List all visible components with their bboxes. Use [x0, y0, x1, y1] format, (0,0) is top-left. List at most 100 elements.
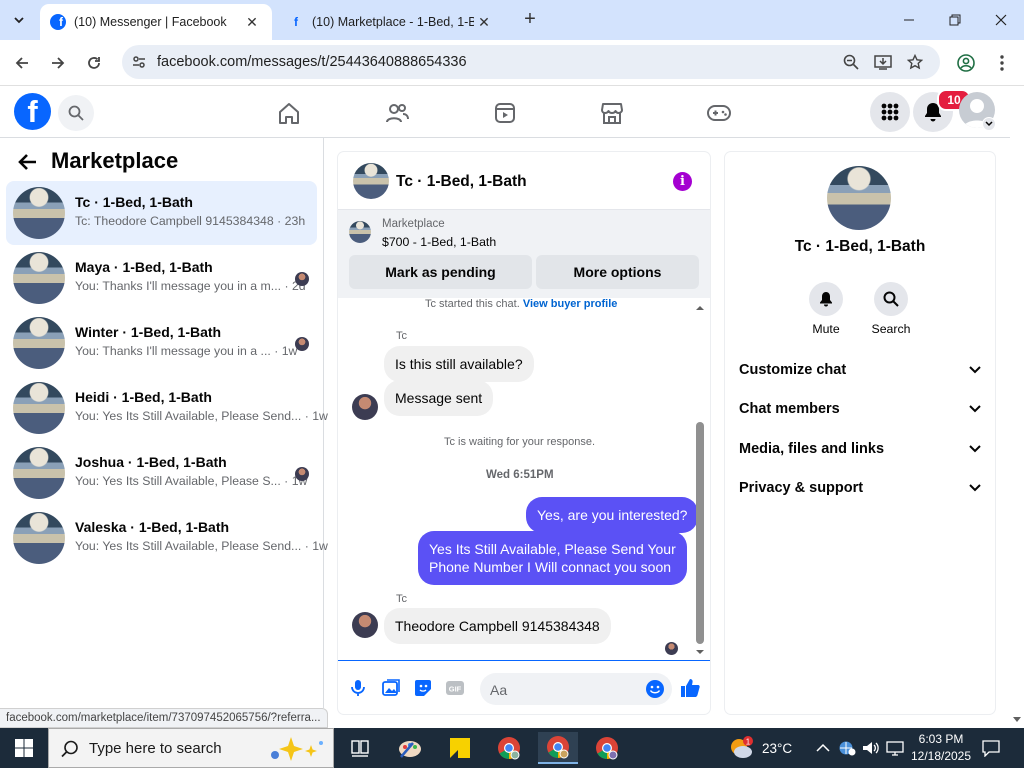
taskbar-clock[interactable]: 6:03 PM 12/18/2025	[908, 731, 974, 765]
gaming-nav-button[interactable]	[706, 100, 732, 126]
account-chevron-icon[interactable]	[982, 117, 996, 131]
search-in-chat-button[interactable]: Search	[861, 282, 921, 336]
customize-chat-section[interactable]: Customize chat	[739, 355, 981, 385]
message-composer-input[interactable]: Aa	[480, 673, 672, 705]
screen: { "browser": { "tabs": [ {"title": "(10)…	[0, 0, 1024, 768]
back-button[interactable]	[10, 51, 34, 75]
taskbar-app-chrome-1[interactable]	[489, 732, 529, 764]
chat-started-text: Tc started this chat.	[425, 298, 520, 310]
task-view-button[interactable]	[340, 732, 380, 764]
chevron-up-icon	[816, 743, 830, 752]
tab-messenger[interactable]: f (10) Messenger | Facebook ✕	[40, 4, 272, 40]
message-bubble[interactable]: Message sent	[384, 380, 494, 416]
home-nav-button[interactable]	[276, 100, 302, 126]
media-files-links-section[interactable]: Media, files and links	[739, 434, 981, 464]
menu-button[interactable]	[870, 92, 910, 132]
sender-avatar[interactable]	[352, 394, 378, 420]
minimize-icon	[904, 19, 914, 21]
message-bubble[interactable]: Theodore Campbell 9145384348	[384, 608, 611, 644]
display-icon[interactable]	[886, 728, 904, 768]
taskbar-app-chrome-3[interactable]	[587, 732, 627, 764]
mute-button[interactable]: Mute	[796, 282, 856, 336]
facebook-logo[interactable]: f	[14, 93, 51, 130]
restore-button[interactable]	[932, 6, 978, 34]
mark-as-pending-button[interactable]: Mark as pending	[349, 255, 532, 289]
install-app-icon[interactable]	[874, 53, 892, 71]
chat-members-section[interactable]: Chat members	[739, 394, 981, 424]
gif-icon[interactable]: GIF	[445, 678, 465, 698]
listing-photo[interactable]	[827, 166, 891, 230]
friends-nav-button[interactable]	[384, 100, 410, 126]
emoji-icon[interactable]	[645, 679, 665, 699]
network-status-icon[interactable]	[838, 728, 856, 768]
conversation-name: Joshua · 1-Bed, 1-Bath	[75, 454, 227, 470]
conversation-item[interactable]: Maya · 1-Bed, 1-Bath You: Thanks I'll me…	[6, 246, 317, 310]
sticker-icon[interactable]	[413, 678, 433, 698]
sender-avatar[interactable]	[352, 612, 378, 638]
listing-thumbnail	[13, 187, 65, 239]
my-message-bubble[interactable]: Yes, are you interested?	[526, 497, 699, 533]
taskbar-app-paint[interactable]	[390, 732, 430, 764]
listing-thumbnail[interactable]	[353, 163, 389, 199]
minimize-button[interactable]	[886, 6, 932, 34]
conversation-item[interactable]: Winter · 1-Bed, 1-Bath You: Thanks I'll …	[6, 311, 317, 375]
volume-icon[interactable]	[862, 728, 880, 768]
tab-marketplace[interactable]: f (10) Marketplace - 1-Bed, 1-Bath ✕	[278, 4, 504, 40]
back-arrow-button[interactable]	[18, 152, 40, 174]
browser-toolbar: facebook.com/messages/t/2544364088865433…	[0, 40, 1024, 86]
zoom-icon[interactable]	[842, 53, 860, 71]
paint-icon	[399, 741, 421, 758]
notification-center-button[interactable]	[982, 728, 1000, 768]
conversation-item[interactable]: Heidi · 1-Bed, 1-Bath You: Yes Its Still…	[6, 376, 328, 440]
page-scrollbar[interactable]	[1010, 86, 1024, 728]
bookmark-star-icon[interactable]	[906, 53, 924, 71]
mute-label: Mute	[812, 322, 840, 336]
reload-icon	[88, 57, 100, 69]
my-message-bubble[interactable]: Yes Its Still Available, Please Send You…	[418, 531, 687, 585]
video-icon	[495, 103, 515, 123]
privacy-support-section[interactable]: Privacy & support	[739, 473, 981, 503]
conversation-name: Heidi · 1-Bed, 1-Bath	[75, 389, 212, 405]
view-buyer-profile-link[interactable]: View buyer profile	[523, 298, 618, 310]
marketplace-nav-button[interactable]	[599, 100, 625, 126]
reload-button[interactable]	[82, 51, 106, 75]
taskbar-search-box[interactable]: Type here to search	[48, 728, 334, 768]
conversation-name: Maya · 1-Bed, 1-Bath	[75, 259, 213, 275]
close-window-button[interactable]	[978, 6, 1024, 34]
tab-search-menu-button[interactable]	[6, 7, 32, 33]
microphone-icon[interactable]	[348, 678, 368, 698]
conversation-name: Tc · 1-Bed, 1-Bath	[75, 194, 193, 210]
chat-scrollbar-thumb[interactable]	[696, 422, 704, 644]
browser-menu-button[interactable]	[990, 51, 1014, 75]
photo-icon[interactable]	[381, 678, 401, 698]
show-hidden-icons-button[interactable]	[816, 728, 830, 768]
taskbar-app-sticky-notes[interactable]	[440, 732, 480, 764]
conversation-item[interactable]: Valeska · 1-Bed, 1-Bath You: Yes Its Sti…	[6, 506, 328, 570]
info-icon[interactable]: i	[673, 172, 692, 191]
weather-widget[interactable]: 1 23°C	[728, 728, 792, 768]
svg-text:1: 1	[746, 738, 751, 747]
conversation-item[interactable]: Tc · 1-Bed, 1-Bath Tc: Theodore Campbell…	[6, 181, 317, 245]
conversation-item[interactable]: Joshua · 1-Bed, 1-Bath You: Yes Its Stil…	[6, 441, 317, 505]
thumbs-up-icon[interactable]	[679, 678, 701, 698]
listing-thumbnail	[13, 447, 65, 499]
listing-price-title[interactable]: $700 - 1-Bed, 1-Bath	[382, 235, 496, 249]
watch-nav-button[interactable]	[492, 100, 518, 126]
taskbar-app-chrome-2[interactable]	[538, 732, 578, 764]
message-bubble[interactable]: Is this still available?	[384, 346, 534, 382]
conversation-preview: Tc: Theodore Campbell 9145384348 · 23h	[75, 214, 306, 228]
close-tab-icon[interactable]: ✕	[242, 14, 262, 31]
site-info-icon[interactable]	[130, 53, 148, 71]
start-button[interactable]	[0, 728, 48, 768]
chat-details-panel: Tc · 1-Bed, 1-Bath Mute Search Customize…	[725, 152, 995, 714]
close-tab-icon[interactable]: ✕	[474, 14, 494, 31]
profile-button[interactable]	[954, 51, 978, 75]
new-tab-button[interactable]: +	[518, 8, 542, 31]
more-options-button[interactable]: More options	[536, 255, 699, 289]
facebook-search-button[interactable]	[58, 95, 94, 131]
chevron-down-icon	[969, 366, 981, 374]
chat-title[interactable]: Tc · 1-Bed, 1-Bath	[396, 173, 527, 191]
address-bar[interactable]: facebook.com/messages/t/2544364088865433…	[122, 45, 940, 79]
account-circle-icon	[957, 54, 975, 72]
forward-button[interactable]	[46, 51, 70, 75]
